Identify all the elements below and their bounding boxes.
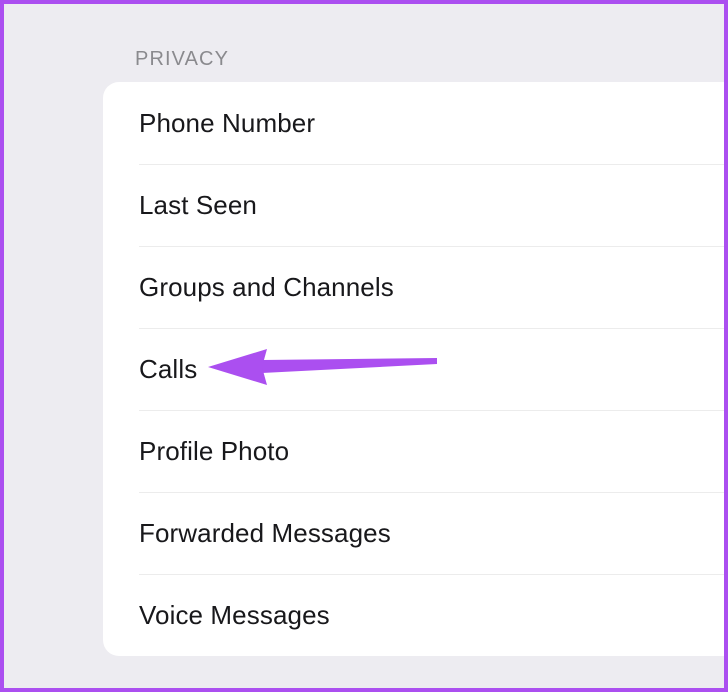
list-item-label: Phone Number <box>139 108 316 138</box>
list-item-label: Forwarded Messages <box>139 518 391 548</box>
list-item-label: Last Seen <box>139 190 257 220</box>
list-item-label: Profile Photo <box>139 436 290 466</box>
settings-screen: PRIVACY Phone Number Last Seen Groups an… <box>0 0 728 692</box>
list-item-last-seen[interactable]: Last Seen <box>103 164 724 246</box>
list-item-label: Voice Messages <box>139 600 330 630</box>
list-item-calls[interactable]: Calls <box>103 328 724 410</box>
list-item-label: Groups and Channels <box>139 272 394 302</box>
section-header-privacy: PRIVACY <box>135 48 230 70</box>
list-item-voice-messages[interactable]: Voice Messages <box>103 574 724 656</box>
privacy-settings-card: Phone Number Last Seen Groups and Channe… <box>103 82 724 656</box>
list-item-label: Calls <box>139 354 198 384</box>
list-item-groups-and-channels[interactable]: Groups and Channels <box>103 246 724 328</box>
list-item-phone-number[interactable]: Phone Number <box>103 82 724 164</box>
list-item-profile-photo[interactable]: Profile Photo <box>103 410 724 492</box>
list-item-forwarded-messages[interactable]: Forwarded Messages <box>103 492 724 574</box>
